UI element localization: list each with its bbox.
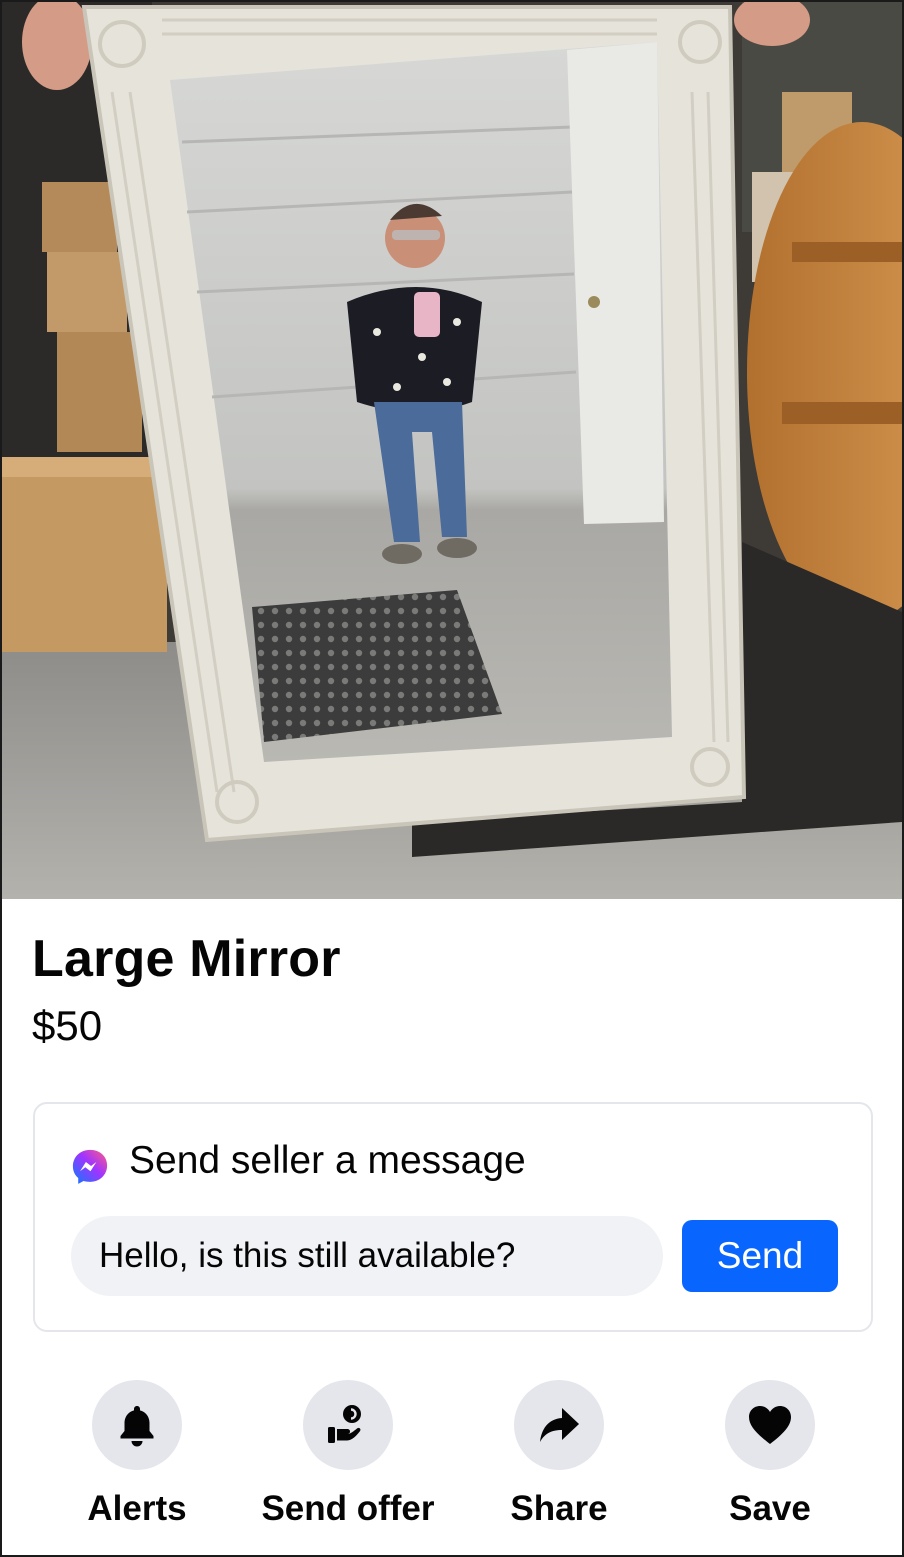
alerts-label: Alerts (87, 1489, 187, 1528)
send-button[interactable]: Send (682, 1220, 838, 1292)
send-offer-label: Send offer (261, 1489, 435, 1528)
send-message-heading: Send seller a message (129, 1139, 526, 1182)
send-offer-button[interactable]: Send offer (243, 1380, 453, 1530)
send-offer-icon-circle (303, 1380, 393, 1470)
listing-price: $50 (32, 1002, 103, 1049)
save-button[interactable]: Save (665, 1380, 875, 1530)
listing-title: Large Mirror (32, 930, 341, 988)
listing-photo-image (2, 2, 902, 899)
send-message-header: Send seller a message (71, 1136, 526, 1186)
alerts-icon-circle (92, 1380, 182, 1470)
share-button[interactable]: Share (454, 1380, 664, 1530)
share-icon-circle (514, 1380, 604, 1470)
listing-photo[interactable] (2, 2, 902, 899)
bell-icon (120, 1406, 154, 1447)
message-input[interactable] (71, 1216, 663, 1296)
send-message-card: Send seller a message Send (33, 1102, 873, 1332)
messenger-icon (72, 1149, 108, 1184)
heart-icon (749, 1406, 791, 1444)
save-label: Save (729, 1489, 811, 1528)
share-arrow-icon (540, 1408, 579, 1442)
action-bar: Alerts Send offer Share Save (2, 1380, 902, 1550)
offer-hand-icon (328, 1405, 361, 1443)
save-icon-circle (725, 1380, 815, 1470)
alerts-button[interactable]: Alerts (32, 1380, 242, 1530)
share-label: Share (510, 1489, 608, 1528)
